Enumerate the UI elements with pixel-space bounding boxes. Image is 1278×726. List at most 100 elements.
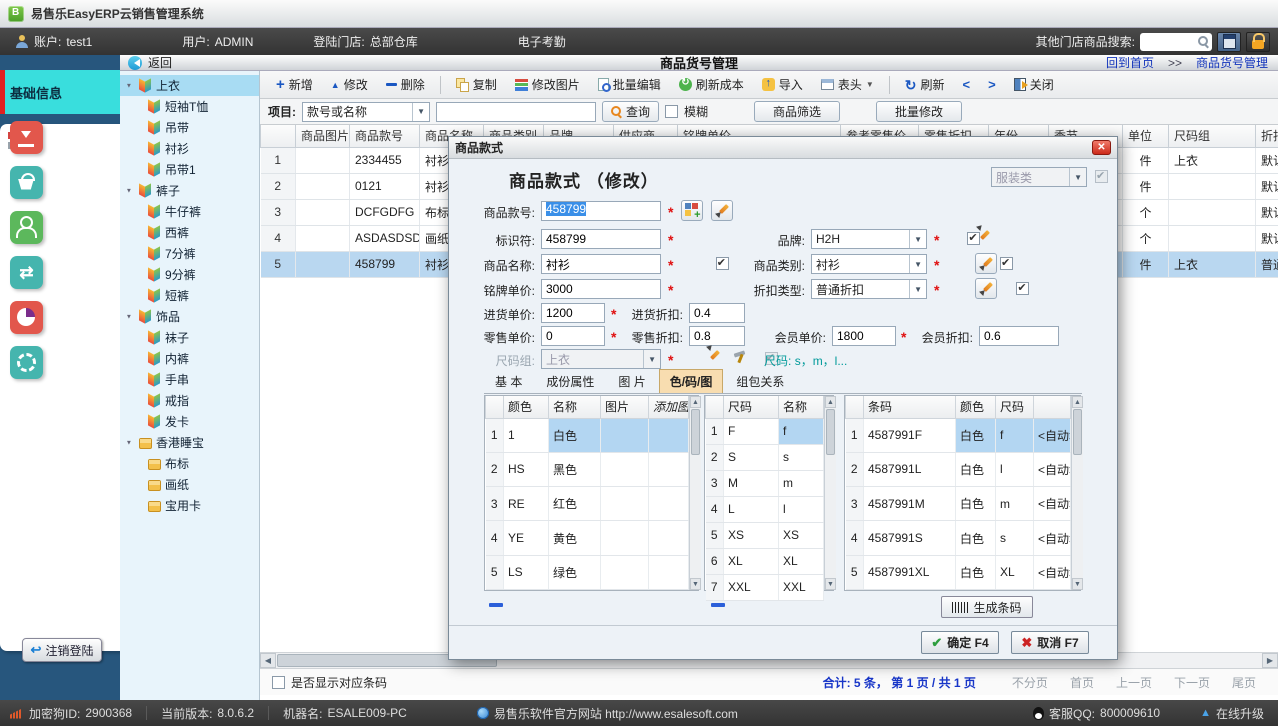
show-barcode-checkbox[interactable] — [272, 676, 285, 689]
dialog-tab[interactable]: 基 本 — [484, 369, 533, 393]
column-header[interactable]: 折扣 — [1256, 125, 1278, 147]
scroll-left-icon[interactable]: ◀ — [260, 653, 276, 668]
plate-price-input[interactable] — [541, 279, 661, 299]
size-row[interactable]: 6XLXL — [706, 548, 824, 574]
logout-button[interactable]: ↩ 注销登陆 — [22, 638, 102, 662]
close-button[interactable]: 关闭 — [1006, 72, 1062, 97]
ok-button[interactable]: ✔确定 F4 — [921, 631, 999, 654]
size-row[interactable]: 4Ll — [706, 496, 824, 522]
store-search-input[interactable] — [1146, 35, 1198, 49]
cancel-button[interactable]: ✖取消 F7 — [1011, 631, 1089, 654]
edit-button[interactable]: ▲修改 — [323, 72, 376, 97]
expand-arrow-icon[interactable] — [125, 312, 135, 321]
tree-item[interactable]: 短袖T恤 — [120, 96, 259, 117]
purchase-discount-input[interactable] — [689, 303, 745, 323]
blocks-add-button[interactable] — [681, 200, 703, 221]
scroll-up-icon[interactable]: ▲ — [690, 396, 701, 408]
tree-item[interactable]: 裤子 — [120, 180, 259, 201]
scrollbar-thumb[interactable] — [1073, 409, 1082, 455]
color-row[interactable]: 3RE红色 — [486, 487, 689, 521]
scroll-up-icon[interactable]: ▲ — [825, 396, 836, 408]
batch-modify-button[interactable]: 批量修改 — [876, 101, 962, 122]
member-price-input[interactable] — [832, 326, 896, 346]
upgrade-link[interactable]: ▲ 在线升级 — [1200, 705, 1264, 722]
expand-arrow-icon[interactable] — [125, 186, 135, 195]
add-button[interactable]: +新增 — [268, 72, 321, 97]
size-row[interactable]: 1Ff — [706, 418, 824, 444]
tree-item[interactable]: 画纸 — [120, 474, 259, 495]
pagination-link[interactable]: 下一页 — [1174, 674, 1210, 691]
tree-item[interactable]: 袜子 — [120, 327, 259, 348]
retail-discount-input[interactable] — [689, 326, 745, 346]
color-table-scrollbar[interactable]: ▲▼ — [689, 396, 701, 590]
filter-keyword-input[interactable] — [436, 102, 596, 122]
scrollbar-thumb[interactable] — [691, 409, 700, 455]
color-row[interactable]: 2HS黑色 — [486, 452, 689, 486]
batch-edit-button[interactable]: 批量编辑 — [590, 72, 669, 97]
tree-item[interactable]: 上衣 — [120, 75, 259, 96]
scroll-down-icon[interactable]: ▼ — [825, 578, 836, 590]
pagination-link[interactable]: 上一页 — [1116, 674, 1152, 691]
category-checkbox[interactable] — [1000, 257, 1013, 270]
style-no-edit-button[interactable] — [711, 200, 733, 221]
retail-price-input[interactable] — [541, 326, 605, 346]
discount-type-edit-button[interactable] — [975, 278, 997, 299]
sidebar-item[interactable]: 统计分析 — [0, 295, 120, 339]
scroll-right-icon[interactable]: ▶ — [1262, 653, 1278, 668]
scroll-up-icon[interactable]: ▲ — [1072, 396, 1083, 408]
brand-checkbox[interactable] — [967, 232, 980, 245]
size-table-scrollbar[interactable]: ▲▼ — [824, 396, 836, 590]
fuzzy-checkbox[interactable] — [665, 105, 678, 118]
tree-item[interactable]: 发卡 — [120, 411, 259, 432]
identifier-input[interactable] — [541, 229, 661, 249]
copy-button[interactable]: 复制 — [448, 72, 505, 97]
column-header[interactable]: 商品款号 — [350, 125, 420, 147]
sidebar-item[interactable]: 库存管理 — [0, 250, 120, 294]
tree-item[interactable]: 宝用卡 — [120, 495, 259, 516]
column-header[interactable]: 尺码组 — [1169, 125, 1256, 147]
back-button[interactable]: 返回 — [120, 54, 172, 71]
calculator-button[interactable] — [1217, 32, 1241, 52]
tree-item[interactable]: 7分裤 — [120, 243, 259, 264]
sidebar-item[interactable]: 基础信息 — [0, 70, 120, 114]
tree-item[interactable]: 戒指 — [120, 390, 259, 411]
barcode-table-scrollbar[interactable]: ▲▼ — [1071, 396, 1083, 590]
tree-item[interactable]: 牛仔裤 — [120, 201, 259, 222]
tree-item[interactable]: 吊带1 — [120, 159, 259, 180]
website-link[interactable]: 易售乐软件官方网站 http://www.esalesoft.com — [477, 705, 738, 722]
tree-item[interactable]: 内裤 — [120, 348, 259, 369]
barcode-row[interactable]: 24587991L白色l<自动> — [846, 452, 1071, 486]
sidebar-item[interactable]: 销售管理 — [0, 160, 120, 204]
size-row[interactable]: 5XSXS — [706, 522, 824, 548]
tree-item[interactable]: 吊带 — [120, 117, 259, 138]
barcode-row[interactable]: 14587991F白色f<自动> — [846, 418, 1071, 452]
dialog-titlebar[interactable]: 商品款式 ✕ — [449, 137, 1117, 159]
tree-item[interactable]: 短裤 — [120, 285, 259, 306]
table-header-button[interactable]: 表头▼ — [813, 72, 882, 97]
search-icon[interactable] — [1198, 36, 1209, 47]
remove-size-button[interactable] — [711, 603, 725, 607]
dialog-tab[interactable]: 色/码/图 — [659, 369, 724, 393]
tree-item[interactable]: 衬衫 — [120, 138, 259, 159]
size-row[interactable]: 7XXLXXL — [706, 574, 824, 600]
refresh-cost-button[interactable]: 刷新成本 — [671, 72, 752, 97]
discount-type-checkbox[interactable] — [1016, 282, 1029, 295]
column-header[interactable]: 商品图片 — [296, 125, 350, 147]
member-discount-input[interactable] — [979, 326, 1059, 346]
filter-field-select[interactable]: 款号或名称▼ — [302, 102, 430, 122]
home-link[interactable]: 回到首页 — [1106, 54, 1154, 71]
generate-barcode-button[interactable]: 生成条码 — [941, 596, 1033, 618]
color-row[interactable]: 5LS绿色 — [486, 555, 689, 589]
remove-color-button[interactable] — [489, 603, 503, 607]
edit-image-button[interactable]: 修改图片 — [507, 72, 588, 97]
lock-button[interactable] — [1246, 32, 1270, 52]
barcode-row[interactable]: 34587991M白色m<自动> — [846, 487, 1071, 521]
dialog-tab[interactable]: 成份属性 — [535, 369, 605, 393]
color-row[interactable]: 11白色 — [486, 418, 689, 452]
delete-button[interactable]: 删除 — [378, 72, 433, 97]
tree-item[interactable]: 饰品 — [120, 306, 259, 327]
category-edit-button[interactable] — [975, 253, 997, 274]
brand-select[interactable]: H2H▼ — [811, 229, 927, 249]
search-button[interactable]: 查询 — [602, 101, 659, 122]
tree-item[interactable]: 布标 — [120, 453, 259, 474]
